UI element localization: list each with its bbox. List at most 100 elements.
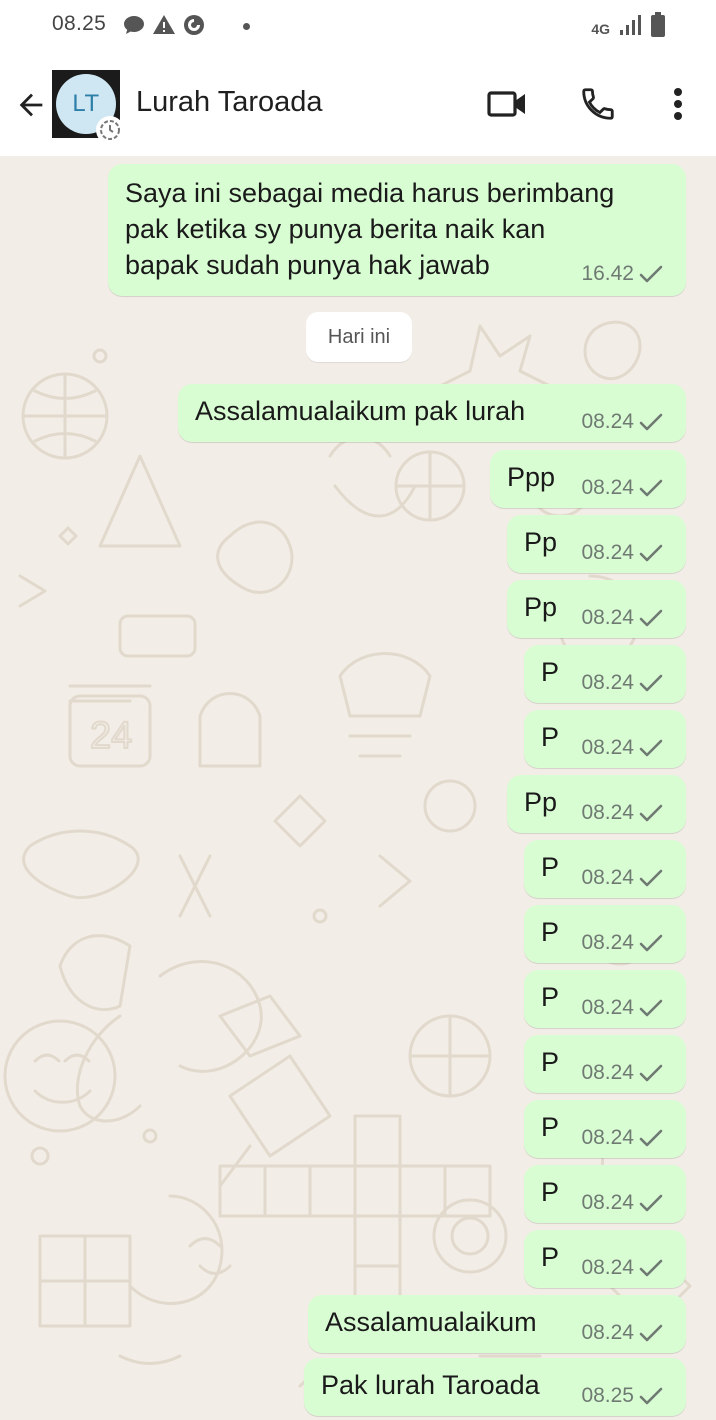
voice-call-button[interactable] — [576, 82, 620, 126]
message-time: 08.24 — [581, 996, 634, 1019]
contact-name[interactable]: Lurah Taroada — [136, 86, 323, 119]
message-bubble-outgoing[interactable]: Pak lurah Taroada 08.25 — [304, 1358, 686, 1416]
disappearing-timer-icon — [96, 116, 124, 144]
message-text-line: bapak sudah punya hak jawab — [125, 250, 490, 280]
message-meta: 08.24 — [581, 1126, 664, 1150]
status-notification-icons — [122, 13, 206, 42]
message-time: 08.24 — [581, 1256, 634, 1279]
single-check-icon — [638, 265, 664, 283]
phone-call-icon — [582, 88, 614, 120]
single-check-icon — [638, 804, 664, 822]
message-text: P — [541, 852, 560, 882]
message-bubble-outgoing[interactable]: P 08.24 — [524, 905, 686, 963]
single-check-icon — [638, 1387, 664, 1405]
message-bubble-outgoing[interactable]: P 08.24 — [524, 710, 686, 768]
chat-header: LT Lurah Taroada — [0, 52, 716, 156]
message-meta: 08.24 — [581, 410, 664, 434]
more-options-button[interactable] — [656, 82, 700, 126]
message-bubble-outgoing[interactable]: Pp 08.24 — [507, 775, 686, 833]
message-meta: 08.24 — [581, 606, 664, 630]
single-check-icon — [638, 544, 664, 562]
message-time: 08.24 — [581, 606, 634, 629]
status-bar: 08.25 4G — [0, 0, 716, 52]
message-time: 08.24 — [581, 801, 634, 824]
data-saver-icon — [182, 13, 206, 42]
network-type-label: 4G — [591, 20, 610, 37]
message-text: Pak lurah Taroada — [321, 1370, 540, 1400]
back-button[interactable] — [12, 86, 50, 124]
message-text: P — [541, 1242, 560, 1272]
dot-icon — [243, 23, 250, 30]
message-time: 08.24 — [581, 1321, 634, 1344]
single-check-icon — [638, 999, 664, 1017]
message-meta: 08.24 — [581, 476, 664, 500]
message-meta: 08.24 — [581, 996, 664, 1020]
single-check-icon — [638, 1129, 664, 1147]
message-bubble-outgoing[interactable]: Assalamualaikum pak lurah 08.24 — [178, 384, 686, 442]
message-bubble-outgoing[interactable]: Ppp 08.24 — [490, 450, 686, 508]
message-meta: 08.24 — [581, 1191, 664, 1215]
message-time: 08.24 — [581, 476, 634, 499]
message-meta: 08.24 — [581, 1256, 664, 1280]
message-text: P — [541, 1047, 560, 1077]
warning-icon — [152, 13, 176, 42]
message-meta: 08.24 — [581, 866, 664, 890]
chat-bubble-icon — [122, 13, 146, 42]
message-text: Assalamualaikum — [325, 1307, 537, 1337]
more-vert-icon — [674, 88, 682, 120]
single-check-icon — [638, 1194, 664, 1212]
message-bubble-outgoing[interactable]: P 08.24 — [524, 645, 686, 703]
signal-icon — [618, 14, 642, 41]
message-meta: 08.24 — [581, 801, 664, 825]
single-check-icon — [638, 934, 664, 952]
message-bubble-outgoing[interactable]: P 08.24 — [524, 970, 686, 1028]
message-bubble-outgoing[interactable]: Assalamualaikum 08.24 — [308, 1295, 686, 1353]
message-time: 08.25 — [581, 1384, 634, 1407]
message-time: 08.24 — [581, 1126, 634, 1149]
message-bubble-outgoing[interactable]: Pp 08.24 — [507, 515, 686, 573]
message-time: 16.42 — [581, 262, 634, 285]
message-bubble-outgoing[interactable]: P 08.24 — [524, 1230, 686, 1288]
date-separator: Hari ini — [306, 312, 412, 362]
message-time: 08.24 — [581, 671, 634, 694]
message-text-line: Saya ini sebagai media harus berimbang — [125, 178, 615, 208]
message-text: P — [541, 917, 560, 947]
message-bubble-outgoing[interactable]: P 08.24 — [524, 1100, 686, 1158]
battery-icon — [650, 12, 666, 43]
video-call-icon — [487, 91, 525, 117]
message-bubble-outgoing[interactable]: Saya ini sebagai media harus berimbang pa… — [108, 164, 686, 296]
single-check-icon — [638, 1064, 664, 1082]
message-meta: 08.24 — [581, 1321, 664, 1345]
message-bubble-outgoing[interactable]: P 08.24 — [524, 840, 686, 898]
message-text: Assalamualaikum pak lurah — [195, 396, 526, 426]
message-time: 08.24 — [581, 931, 634, 954]
message-meta: 08.24 — [581, 541, 664, 565]
message-text: Pp — [524, 592, 558, 622]
chat-area[interactable]: 24 Hari ini Saya ini sebagai media harus… — [0, 156, 716, 1420]
single-check-icon — [638, 674, 664, 692]
single-check-icon — [638, 609, 664, 627]
message-meta: 16.42 — [581, 262, 664, 286]
contact-avatar[interactable]: LT — [52, 70, 124, 144]
message-text: P — [541, 657, 560, 687]
video-call-button[interactable] — [485, 82, 529, 126]
status-system-icons: 4G — [591, 12, 666, 43]
single-check-icon — [638, 413, 664, 431]
single-check-icon — [638, 479, 664, 497]
svg-text:24: 24 — [90, 715, 132, 757]
message-meta: 08.25 — [581, 1384, 664, 1408]
message-text: Pp — [524, 787, 558, 817]
message-time: 08.24 — [581, 541, 634, 564]
message-text: P — [541, 982, 560, 1012]
single-check-icon — [638, 869, 664, 887]
message-meta: 08.24 — [581, 1061, 664, 1085]
message-meta: 08.24 — [581, 736, 664, 760]
single-check-icon — [638, 1324, 664, 1342]
back-arrow-icon — [19, 93, 43, 117]
message-bubble-outgoing[interactable]: P 08.24 — [524, 1035, 686, 1093]
message-bubble-outgoing[interactable]: P 08.24 — [524, 1165, 686, 1223]
message-bubble-outgoing[interactable]: Pp 08.24 — [507, 580, 686, 638]
message-time: 08.24 — [581, 736, 634, 759]
message-text: P — [541, 722, 560, 752]
message-text: Ppp — [507, 462, 556, 492]
